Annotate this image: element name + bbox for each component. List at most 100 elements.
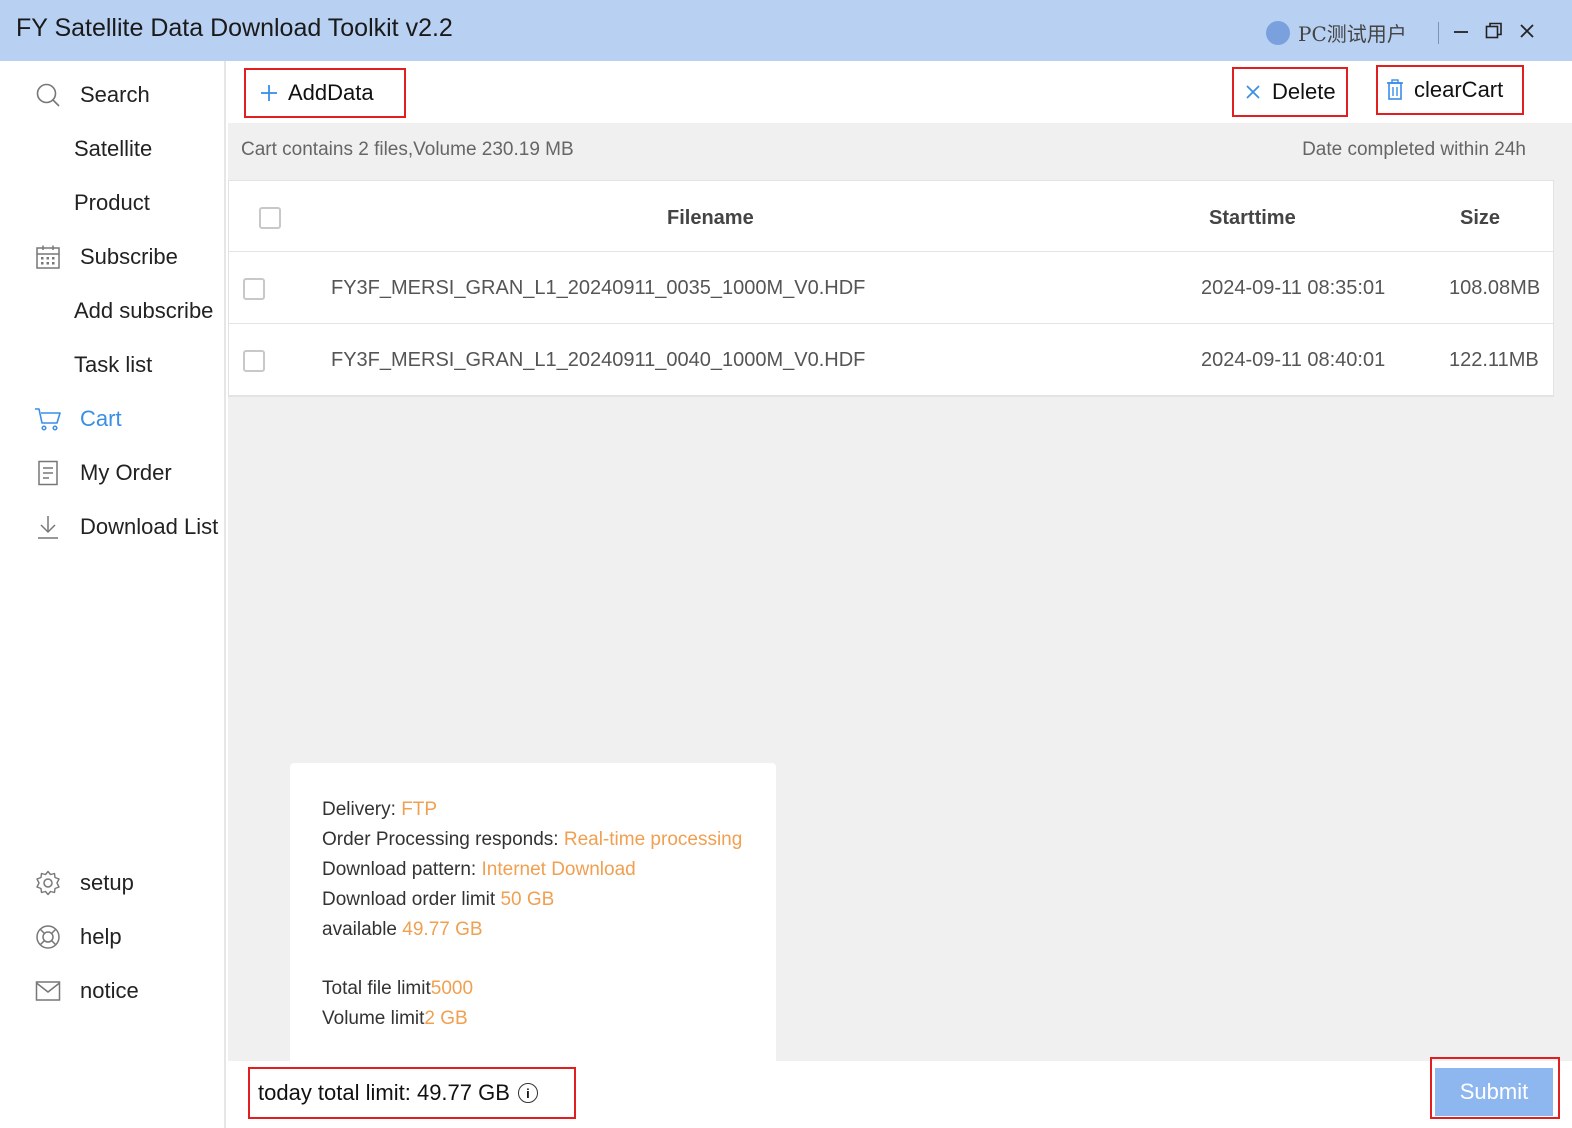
sidebar-item-label: Download List bbox=[80, 514, 219, 539]
processing-value: Real-time processing bbox=[563, 829, 743, 850]
restore-icon bbox=[1485, 22, 1502, 39]
processing-label: Order Processing responds: bbox=[322, 829, 564, 850]
pattern-line: Download pattern: Internet Download bbox=[322, 859, 636, 881]
main-panel: AddData Delete clearCart Cart contains 2… bbox=[228, 61, 1572, 1128]
available-line: available 49.77 GB bbox=[322, 919, 483, 941]
pattern-label: Download pattern: bbox=[322, 859, 482, 880]
delete-label: Delete bbox=[1272, 79, 1336, 104]
available-value: 49.77 GB bbox=[402, 919, 483, 940]
available-label: available bbox=[322, 919, 403, 940]
cart-summary: Cart contains 2 files,Volume 230.19 MB bbox=[241, 139, 574, 160]
sidebar-item-label: Satellite bbox=[74, 136, 153, 161]
maximize-button[interactable] bbox=[1479, 16, 1509, 46]
sidebar-item-label: notice bbox=[80, 978, 139, 1003]
sidebar-item-download-list[interactable]: Download List bbox=[0, 507, 224, 547]
delivery-label: Delivery: bbox=[322, 799, 402, 820]
file-limit-value: 5000 bbox=[430, 978, 474, 999]
select-all-checkbox[interactable] bbox=[259, 207, 281, 229]
sidebar-item-cart[interactable]: Cart bbox=[0, 399, 224, 439]
table-row[interactable]: FY3F_MERSI_GRAN_L1_20240911_0035_1000M_V… bbox=[229, 252, 1553, 324]
window-title: FY Satellite Data Download Toolkit v2.2 bbox=[16, 14, 453, 42]
minimize-icon bbox=[1454, 31, 1468, 33]
submit-highlight: Submit bbox=[1430, 1057, 1560, 1119]
sidebar-item-setup[interactable]: setup bbox=[0, 863, 224, 903]
row-filename: FY3F_MERSI_GRAN_L1_20240911_0040_1000M_V… bbox=[331, 349, 866, 371]
row-checkbox[interactable] bbox=[243, 278, 265, 300]
sidebar-item-label: Search bbox=[80, 82, 150, 107]
toolbar: AddData Delete clearCart bbox=[228, 61, 1572, 123]
delivery-value: FTP bbox=[401, 799, 438, 820]
sidebar: Search Satellite Product Subscribe Add s… bbox=[0, 61, 226, 1128]
table-row[interactable]: FY3F_MERSI_GRAN_L1_20240911_0040_1000M_V… bbox=[229, 324, 1553, 396]
order-info-card: Delivery: FTP Order Processing responds:… bbox=[290, 763, 776, 1063]
daily-limit-text: today total limit: 49.77 GB bbox=[258, 1080, 510, 1105]
column-header-size[interactable]: Size bbox=[1460, 207, 1500, 230]
submit-button[interactable]: Submit bbox=[1435, 1068, 1553, 1116]
sidebar-item-satellite[interactable]: Satellite bbox=[0, 129, 224, 169]
sidebar-item-product[interactable]: Product bbox=[0, 183, 224, 223]
close-icon bbox=[1242, 81, 1264, 103]
volume-limit-label: Volume limit bbox=[322, 1008, 425, 1029]
delivery-line: Delivery: FTP bbox=[322, 799, 437, 821]
sidebar-item-label: My Order bbox=[80, 460, 172, 485]
sidebar-item-label: Add subscribe bbox=[74, 298, 214, 323]
title-bar: FY Satellite Data Download Toolkit v2.2 … bbox=[0, 0, 1572, 61]
calendar-icon bbox=[34, 243, 62, 271]
gear-icon bbox=[34, 869, 62, 897]
sidebar-item-label: Task list bbox=[74, 352, 153, 377]
pattern-value: Internet Download bbox=[481, 859, 636, 880]
user-info[interactable]: PC测试用户 bbox=[1266, 18, 1407, 47]
close-button[interactable] bbox=[1512, 16, 1542, 46]
close-icon bbox=[1520, 24, 1534, 38]
row-starttime: 2024-09-11 08:35:01 bbox=[1201, 277, 1386, 299]
info-icon[interactable]: i bbox=[517, 1083, 538, 1103]
sidebar-item-label: Subscribe bbox=[80, 244, 178, 269]
sidebar-item-label: help bbox=[80, 924, 122, 949]
clear-cart-button[interactable]: clearCart bbox=[1376, 65, 1524, 115]
order-limit-label: Download order limit bbox=[322, 889, 501, 910]
mail-icon bbox=[34, 977, 62, 1005]
user-name: PC测试用户 bbox=[1298, 22, 1407, 46]
sidebar-item-my-order[interactable]: My Order bbox=[0, 453, 224, 493]
delete-button[interactable]: Delete bbox=[1232, 67, 1348, 117]
sidebar-item-label: Cart bbox=[80, 406, 122, 431]
order-limit-value: 50 GB bbox=[500, 889, 555, 910]
volume-limit-value: 2 GB bbox=[424, 1008, 468, 1029]
footer-bar: today total limit: 49.77 GB i Submit bbox=[228, 1057, 1572, 1128]
add-data-button[interactable]: AddData bbox=[244, 68, 406, 118]
sidebar-item-notice[interactable]: notice bbox=[0, 971, 224, 1011]
sidebar-item-label: setup bbox=[80, 870, 134, 895]
row-size: 108.08MB bbox=[1449, 277, 1541, 299]
avatar bbox=[1266, 20, 1290, 45]
sidebar-item-label: Product bbox=[74, 190, 150, 215]
clear-cart-label: clearCart bbox=[1414, 77, 1504, 102]
cart-table: Filename Starttime Size FY3F_MERSI_GRAN_… bbox=[228, 180, 1554, 397]
daily-limit: today total limit: 49.77 GB i bbox=[248, 1067, 576, 1119]
sidebar-item-subscribe[interactable]: Subscribe bbox=[0, 237, 224, 277]
add-data-label: AddData bbox=[288, 80, 374, 105]
sidebar-item-help[interactable]: help bbox=[0, 917, 224, 957]
search-icon bbox=[34, 81, 62, 109]
row-starttime: 2024-09-11 08:40:01 bbox=[1201, 349, 1386, 371]
sidebar-item-add-subscribe[interactable]: Add subscribe bbox=[0, 291, 224, 331]
row-filename: FY3F_MERSI_GRAN_L1_20240911_0035_1000M_V… bbox=[331, 277, 866, 299]
file-limit-label: Total file limit bbox=[322, 978, 431, 999]
sidebar-item-task-list[interactable]: Task list bbox=[0, 345, 224, 385]
download-icon bbox=[34, 513, 62, 541]
table-header: Filename Starttime Size bbox=[229, 181, 1553, 252]
processing-line: Order Processing responds: Real-time pro… bbox=[322, 829, 742, 851]
column-header-filename[interactable]: Filename bbox=[667, 207, 754, 230]
trash-icon bbox=[1384, 79, 1406, 101]
plus-icon bbox=[258, 82, 280, 104]
document-icon bbox=[34, 459, 62, 487]
lifebuoy-icon bbox=[34, 923, 62, 951]
minimize-button[interactable] bbox=[1446, 16, 1476, 46]
column-header-starttime[interactable]: Starttime bbox=[1209, 207, 1296, 230]
row-size: 122.11MB bbox=[1449, 349, 1539, 371]
volume-limit-line: Volume limit2 GB bbox=[322, 1008, 468, 1030]
title-separator bbox=[1438, 22, 1439, 44]
cart-note: Date completed within 24h bbox=[1302, 139, 1526, 160]
sidebar-item-search[interactable]: Search bbox=[0, 75, 224, 115]
row-checkbox[interactable] bbox=[243, 350, 265, 372]
cart-icon bbox=[34, 405, 62, 433]
